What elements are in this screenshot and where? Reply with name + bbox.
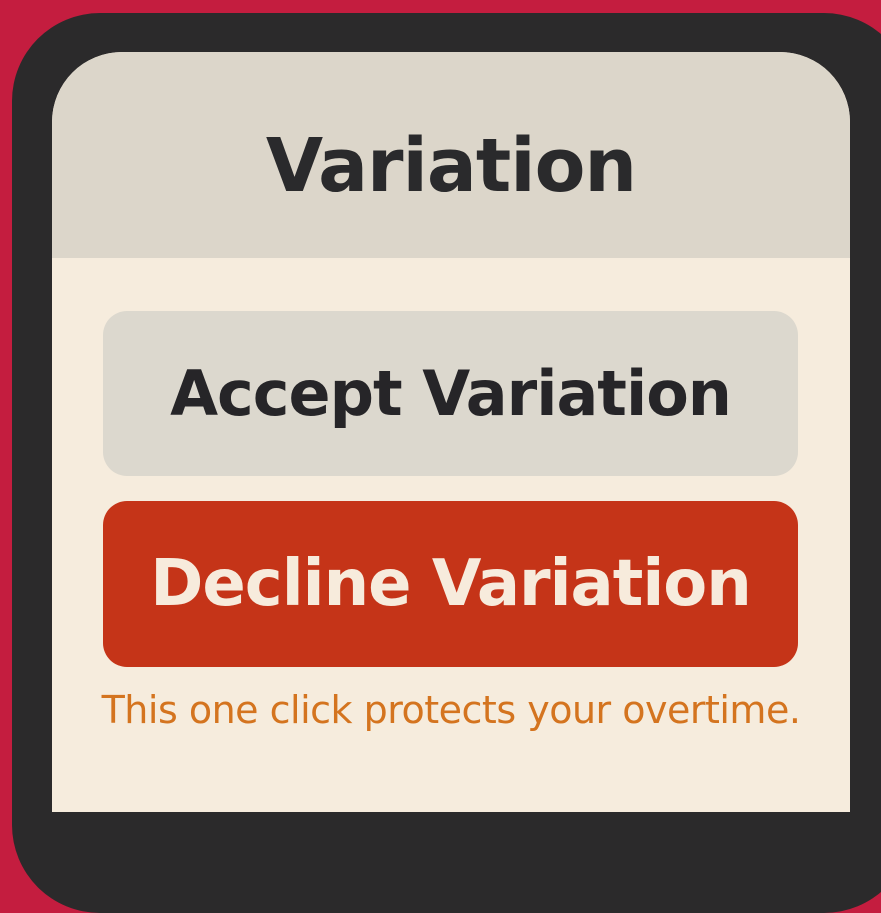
accept-variation-button[interactable]: Accept Variation [103,311,798,476]
overtime-note: This one click protects your overtime. [101,688,801,732]
page-title: Variation [265,123,637,209]
decline-variation-button[interactable]: Decline Variation [103,501,798,667]
dialog-screen: Variation Accept Variation Decline Varia… [52,52,850,812]
dialog-header: Variation [52,52,850,258]
